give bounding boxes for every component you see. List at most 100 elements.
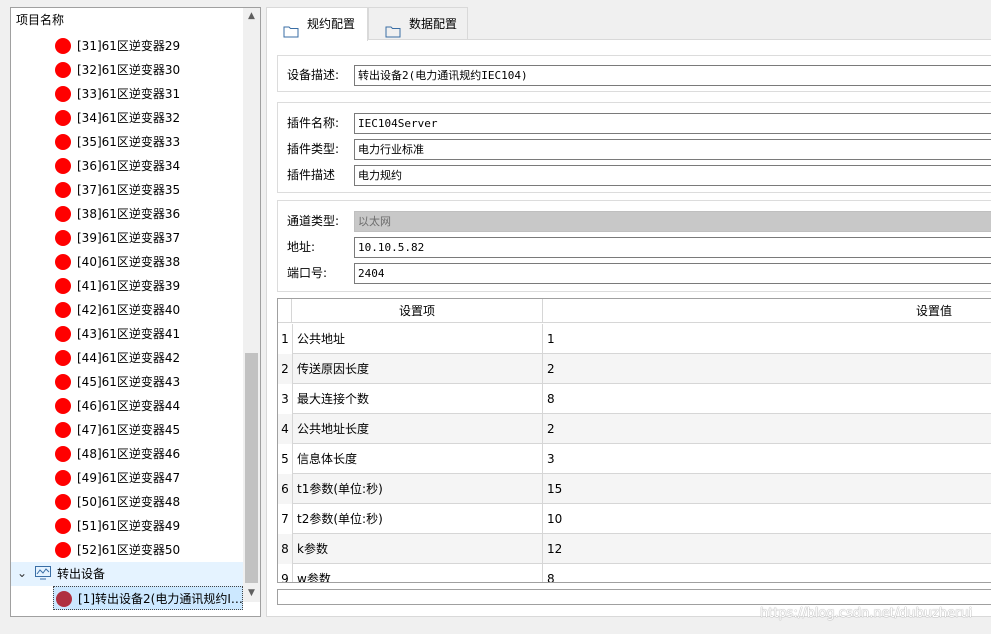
- tree-item-label: [43]61区逆变器41: [77, 327, 181, 341]
- tree-item[interactable]: [51]61区逆变器49: [11, 514, 243, 538]
- protocol-config-panel: 设备描述: 转出设备2(电力通讯规约IEC104) 插件名称: IEC104Se…: [266, 39, 991, 617]
- status-dot-icon: [56, 591, 72, 607]
- setting-value-cell[interactable]: 3: [543, 444, 991, 474]
- table-row[interactable]: 9 w参数 8: [278, 564, 991, 582]
- table-row[interactable]: 7 t2参数(单位:秒) 10: [278, 504, 991, 534]
- tree-item[interactable]: [39]61区逆变器37: [11, 226, 243, 250]
- table-row[interactable]: 4 公共地址长度 2: [278, 414, 991, 444]
- tree-item[interactable]: [52]61区逆变器50: [11, 538, 243, 562]
- status-dot-icon: [55, 134, 71, 150]
- tree-item-label: [36]61区逆变器34: [77, 159, 181, 173]
- status-dot-icon: [55, 350, 71, 366]
- plugin-type-row: 插件类型: 电力行业标准: [278, 138, 991, 160]
- setting-item-cell[interactable]: 公共地址: [292, 324, 543, 354]
- row-index: 4: [281, 422, 289, 436]
- tree-group-output-devices[interactable]: ⌄ 转出设备: [11, 562, 243, 586]
- tree-item-label: [44]61区逆变器42: [77, 351, 181, 365]
- status-dot-icon: [55, 470, 71, 486]
- tree-item[interactable]: [47]61区逆变器45: [11, 418, 243, 442]
- table-row[interactable]: 8 k参数 12: [278, 534, 991, 564]
- project-tree[interactable]: 项目名称 [31]61区逆变器29 [32]61区逆变器30 [33]61区逆变器3…: [10, 7, 261, 617]
- tree-item-label: [31]61区逆变器29: [77, 39, 181, 53]
- tree-item[interactable]: [40]61区逆变器38: [11, 250, 243, 274]
- status-dot-icon: [55, 110, 71, 126]
- settings-table[interactable]: 设置项 设置值 1 公共地址 1 2 传送原因长度 2 3 最大连接个数 8 4 公共地址长度 2 5 信…: [277, 298, 991, 583]
- setting-item-cell[interactable]: 公共地址长度: [292, 414, 543, 444]
- table-row[interactable]: 6 t1参数(单位:秒) 15: [278, 474, 991, 504]
- tree-item[interactable]: [38]61区逆变器36: [11, 202, 243, 226]
- tree-item[interactable]: [34]61区逆变器32: [11, 106, 243, 130]
- setting-item-cell[interactable]: 最大连接个数: [292, 384, 543, 414]
- setting-value-cell[interactable]: 10: [543, 504, 991, 534]
- tab-protocol-config[interactable]: 规约配置: [266, 7, 368, 41]
- tree-item[interactable]: [35]61区逆变器33: [11, 130, 243, 154]
- column-header-setting-item[interactable]: 设置项: [292, 299, 543, 323]
- row-index: 5: [281, 452, 289, 466]
- column-header-setting-value[interactable]: 设置值: [543, 299, 991, 323]
- setting-item-cell[interactable]: 信息体长度: [292, 444, 543, 474]
- tree-item-label: [45]61区逆变器43: [77, 375, 181, 389]
- plugin-name-label: 插件名称:: [287, 116, 340, 130]
- tree-item[interactable]: [31]61区逆变器29: [11, 34, 243, 58]
- tree-scrollbar[interactable]: ▲ ▼: [243, 8, 260, 602]
- setting-item-cell[interactable]: k参数: [292, 534, 543, 564]
- plugin-type-input[interactable]: 电力行业标准: [354, 139, 991, 160]
- tree-item[interactable]: [43]61区逆变器41: [11, 322, 243, 346]
- tree-item-selected-device[interactable]: [1]转出设备2(电力通讯规约I…: [53, 586, 243, 610]
- plugin-name-input[interactable]: IEC104Server: [354, 113, 991, 134]
- tree-item-label: [52]61区逆变器50: [77, 543, 181, 557]
- tree-item-label: [37]61区逆变器35: [77, 183, 181, 197]
- setting-value-cell[interactable]: 8: [543, 564, 991, 582]
- setting-item-cell[interactable]: w参数: [292, 564, 543, 582]
- device-desc-label: 设备描述:: [287, 68, 340, 82]
- status-dot-icon: [55, 86, 71, 102]
- table-row[interactable]: 3 最大连接个数 8: [278, 384, 991, 414]
- tree-item[interactable]: [45]61区逆变器43: [11, 370, 243, 394]
- tab-data-config[interactable]: 数据配置: [368, 7, 468, 40]
- status-dot-icon: [55, 38, 71, 54]
- chevron-down-icon[interactable]: ⌄: [16, 565, 28, 581]
- tree-item[interactable]: [48]61区逆变器46: [11, 442, 243, 466]
- tree-item-label: [40]61区逆变器38: [77, 255, 181, 269]
- scrollbar-thumb[interactable]: [245, 353, 258, 583]
- plugin-name-row: 插件名称: IEC104Server: [278, 112, 991, 134]
- folder-icon: [283, 18, 299, 38]
- horizontal-scrollbar[interactable]: [277, 589, 991, 605]
- tree-item[interactable]: [32]61区逆变器30: [11, 58, 243, 82]
- table-row[interactable]: 5 信息体长度 3: [278, 444, 991, 474]
- table-row[interactable]: 2 传送原因长度 2: [278, 354, 991, 384]
- arrow-down-icon[interactable]: ▼: [243, 585, 260, 602]
- setting-value-cell[interactable]: 2: [543, 354, 991, 384]
- table-row[interactable]: 1 公共地址 1: [278, 324, 991, 354]
- tree-item[interactable]: [50]61区逆变器48: [11, 490, 243, 514]
- plugin-desc-input[interactable]: 电力规约: [354, 165, 991, 186]
- setting-item-cell[interactable]: 传送原因长度: [292, 354, 543, 384]
- setting-item-cell[interactable]: t2参数(单位:秒): [292, 504, 543, 534]
- tree-item[interactable]: [36]61区逆变器34: [11, 154, 243, 178]
- tree-item[interactable]: [44]61区逆变器42: [11, 346, 243, 370]
- setting-item-cell[interactable]: t1参数(单位:秒): [292, 474, 543, 504]
- monitor-chart-icon: [35, 566, 51, 580]
- status-dot-icon: [55, 254, 71, 270]
- status-dot-icon: [55, 158, 71, 174]
- setting-value-cell[interactable]: 12: [543, 534, 991, 564]
- tree-item-label: [35]61区逆变器33: [77, 135, 181, 149]
- tree-item[interactable]: [42]61区逆变器40: [11, 298, 243, 322]
- tree-item[interactable]: [46]61区逆变器44: [11, 394, 243, 418]
- setting-value-cell[interactable]: 1: [543, 324, 991, 354]
- tree-item-label: [41]61区逆变器39: [77, 279, 181, 293]
- setting-value-cell[interactable]: 2: [543, 414, 991, 444]
- tree-item[interactable]: [33]61区逆变器31: [11, 82, 243, 106]
- arrow-up-icon[interactable]: ▲: [243, 8, 260, 25]
- tree-item-label: [33]61区逆变器31: [77, 87, 181, 101]
- setting-value-cell[interactable]: 15: [543, 474, 991, 504]
- row-index: 1: [281, 332, 289, 346]
- device-desc-input[interactable]: 转出设备2(电力通讯规约IEC104): [354, 65, 991, 86]
- tree-item[interactable]: [37]61区逆变器35: [11, 178, 243, 202]
- port-input[interactable]: 2404: [354, 263, 991, 284]
- tree-item-label: [42]61区逆变器40: [77, 303, 181, 317]
- tree-item[interactable]: [49]61区逆变器47: [11, 466, 243, 490]
- tree-item[interactable]: [41]61区逆变器39: [11, 274, 243, 298]
- setting-value-cell[interactable]: 8: [543, 384, 991, 414]
- address-input[interactable]: 10.10.5.82: [354, 237, 991, 258]
